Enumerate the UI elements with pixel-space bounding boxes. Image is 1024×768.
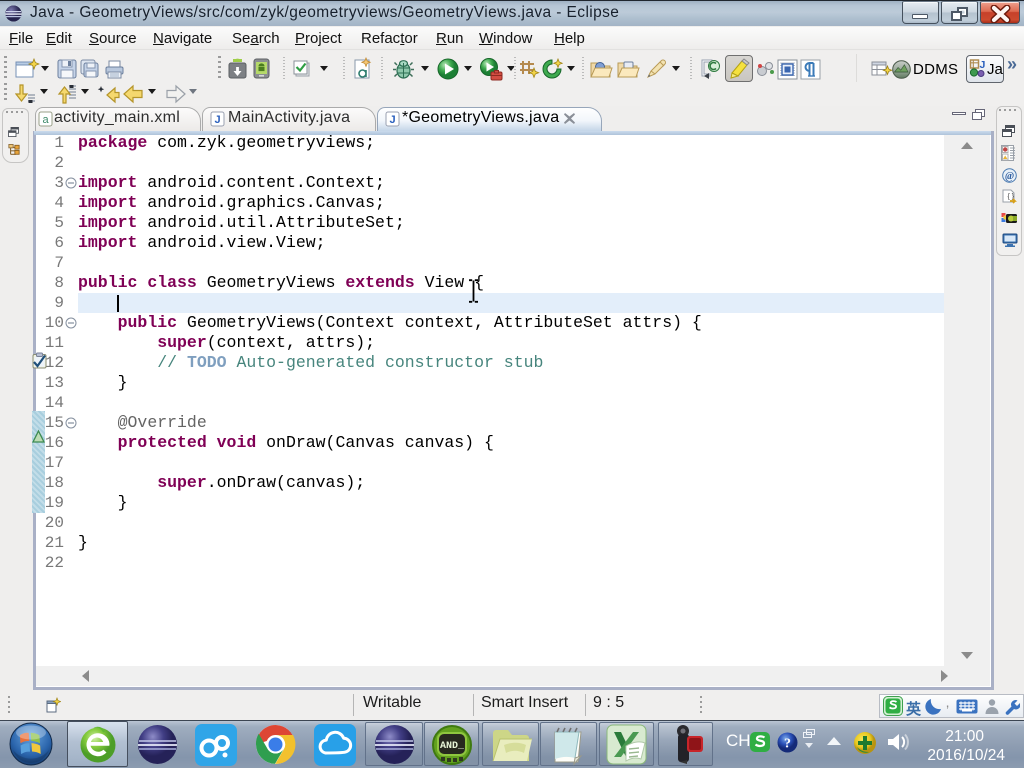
- svg-text:J: J: [389, 114, 395, 126]
- svg-text:J: J: [980, 59, 986, 71]
- svg-text:?: ?: [784, 737, 791, 752]
- svg-text:AND_: AND_: [440, 741, 465, 752]
- svg-text:J: J: [214, 114, 220, 126]
- svg-text:@: @: [1005, 171, 1014, 182]
